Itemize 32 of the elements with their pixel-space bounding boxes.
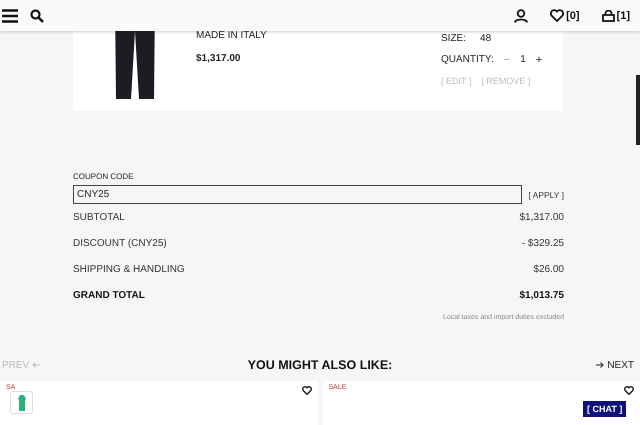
total-amount: $26.00 bbox=[533, 264, 564, 274]
heart-icon[interactable] bbox=[302, 386, 312, 395]
user-icon[interactable] bbox=[514, 8, 528, 22]
bag-link[interactable]: [1] bbox=[602, 10, 630, 22]
quantity-value: 1 bbox=[520, 54, 526, 65]
apply-link[interactable]: [ APPLY ] bbox=[528, 190, 564, 200]
shirt-icon bbox=[18, 394, 26, 410]
chat-button[interactable]: [ CHAT ] bbox=[583, 401, 626, 417]
total-label: SUBTOTAL bbox=[73, 212, 125, 222]
scrollbar-thumb[interactable] bbox=[636, 75, 640, 145]
section-title: YOU MIGHT ALSO LIKE: bbox=[248, 358, 392, 372]
arrow-right-icon[interactable] bbox=[596, 362, 604, 368]
menu-icon[interactable] bbox=[2, 8, 18, 22]
total-amount: - $329.25 bbox=[522, 238, 564, 248]
coupon-input[interactable]: CNY25 bbox=[73, 185, 522, 204]
size-value: 48 bbox=[480, 33, 492, 44]
total-label: DISCOUNT (CNY25) bbox=[73, 238, 167, 248]
coupon-label: COUPON CODE bbox=[73, 172, 134, 181]
total-amount: $1,013.75 bbox=[520, 290, 564, 300]
size-label: SIZE: bbox=[441, 33, 466, 44]
accessibility-button[interactable] bbox=[10, 391, 33, 414]
increase-button[interactable]: + bbox=[534, 54, 544, 66]
total-label: SHIPPING & HANDLING bbox=[73, 264, 185, 274]
next-link[interactable]: NEXT bbox=[607, 360, 634, 370]
search-icon[interactable] bbox=[30, 8, 44, 22]
wishlist-link[interactable]: [0] bbox=[550, 9, 580, 22]
heart-icon[interactable] bbox=[624, 386, 634, 395]
product-origin: MADE IN ITALY bbox=[196, 30, 268, 41]
quantity-label: QUANTITY: bbox=[441, 54, 494, 65]
total-label: GRAND TOTAL bbox=[73, 290, 145, 300]
product-price: $1,317.00 bbox=[196, 53, 242, 64]
total-amount: $1,317.00 bbox=[520, 212, 564, 222]
